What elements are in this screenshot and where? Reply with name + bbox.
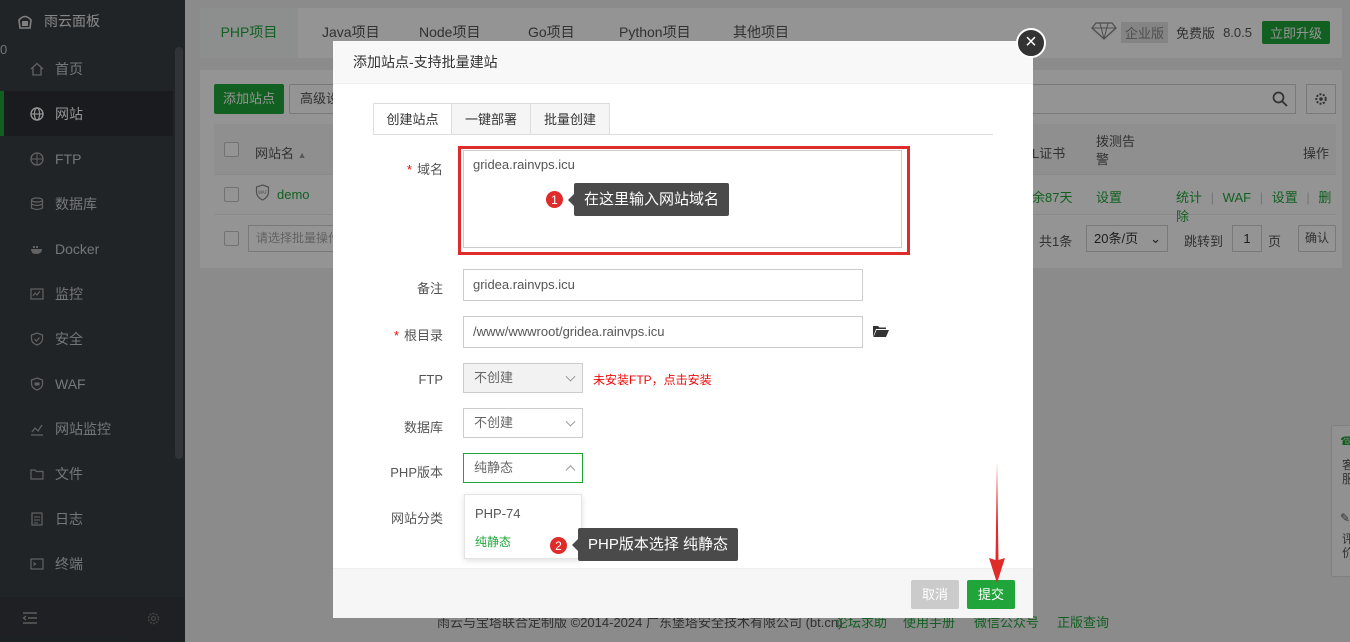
folder-open-icon[interactable] — [873, 325, 889, 341]
remark-label: 备注 — [416, 281, 443, 296]
domain-label: * 域名 — [406, 162, 443, 177]
database-label: 数据库 — [403, 420, 443, 435]
dialog-title: 添加站点-支持批量建站 — [333, 41, 1033, 84]
chevron-down-icon — [565, 416, 576, 427]
php-version-label: PHP版本 — [390, 465, 443, 480]
step-number-1: 1 — [545, 190, 564, 209]
root-dir-input[interactable]: /www/wwwroot/gridea.rainvps.icu — [463, 316, 863, 348]
close-dialog-button[interactable]: × — [1016, 28, 1046, 58]
dialog-footer: 取消 提交 — [333, 568, 1033, 618]
root-dir-label: * 根目录 — [393, 328, 443, 343]
remark-input[interactable]: gridea.rainvps.icu — [463, 269, 863, 301]
category-label: 网站分类 — [390, 511, 443, 526]
tabs-divider — [373, 134, 993, 135]
ftp-label: FTP — [418, 372, 443, 387]
database-select[interactable]: 不创建 — [463, 408, 583, 438]
ftp-install-link[interactable]: 未安装FTP，点击安装 — [593, 371, 712, 388]
tooltip-domain-hint: 在这里输入网站域名 — [567, 183, 730, 216]
chevron-down-icon — [565, 371, 576, 382]
ftp-select[interactable]: 不创建 — [463, 363, 583, 393]
red-arrow-down-icon — [989, 462, 1005, 583]
close-icon: × — [1025, 31, 1037, 53]
submit-button[interactable]: 提交 — [967, 580, 1015, 609]
cancel-button[interactable]: 取消 — [911, 580, 959, 609]
chevron-up-icon — [565, 465, 576, 476]
php-option-static[interactable]: 纯静态 — [475, 533, 511, 550]
tab-batch-create[interactable]: 批量创建 — [530, 103, 610, 135]
tooltip-php-hint: PHP版本选择 纯静态 — [571, 528, 739, 561]
php-option-74[interactable]: PHP-74 — [475, 506, 521, 521]
step-number-2: 2 — [549, 536, 568, 555]
php-version-select[interactable]: 纯静态 — [463, 453, 583, 483]
tab-one-click-deploy[interactable]: 一键部署 — [451, 103, 531, 135]
tab-create-site[interactable]: 创建站点 — [373, 103, 452, 135]
